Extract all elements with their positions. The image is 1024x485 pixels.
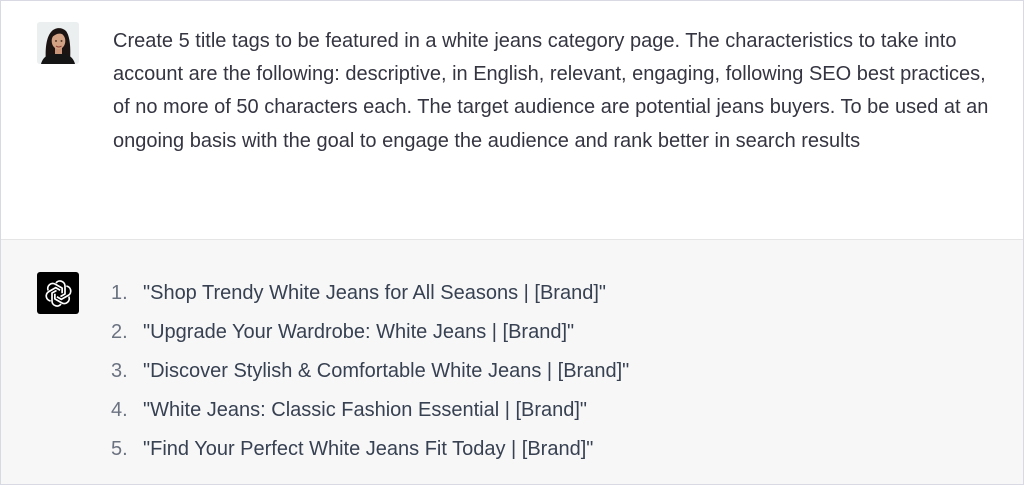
list-item-number: 2. (111, 321, 128, 343)
list-item-text: "Upgrade Your Wardrobe: White Jeans | [B… (143, 321, 575, 343)
list-item-number: 4. (111, 399, 128, 421)
list-item-number: 5. (111, 438, 128, 460)
openai-logo-icon (44, 279, 72, 307)
list-item: 3. "Discover Stylish & Comfortable White … (111, 357, 629, 396)
list-item-text: "Shop Trendy White Jeans for All Seasons… (143, 282, 606, 304)
list-item: 2. "Upgrade Your Wardrobe: White Jeans | … (111, 318, 629, 357)
list-item: 5. "Find Your Perfect White Jeans Fit Tod… (111, 435, 629, 474)
list-item-text: "Discover Stylish & Comfortable White Je… (143, 360, 630, 382)
list-item-text: "Find Your Perfect White Jeans Fit Today… (143, 438, 594, 460)
title-tag-list: 1. "Shop Trendy White Jeans for All Seaso… (111, 279, 629, 474)
user-message: Create 5 title tags to be featured in a … (1, 1, 1023, 240)
user-message-text: Create 5 title tags to be featured in a … (113, 30, 989, 152)
list-item: 4. "White Jeans: Classic Fashion Essentia… (111, 396, 629, 435)
list-item-number: 1. (111, 282, 128, 304)
list-item-text: "White Jeans: Classic Fashion Essential … (143, 399, 588, 421)
list-item: 1. "Shop Trendy White Jeans for All Seaso… (111, 279, 629, 318)
list-item-number: 3. (111, 360, 128, 382)
user-avatar (37, 22, 79, 64)
user-photo-avatar (37, 22, 79, 64)
assistant-avatar (37, 272, 79, 314)
chat-transcript: Create 5 title tags to be featured in a … (0, 0, 1024, 485)
assistant-message: 1. "Shop Trendy White Jeans for All Seaso… (1, 240, 1023, 484)
